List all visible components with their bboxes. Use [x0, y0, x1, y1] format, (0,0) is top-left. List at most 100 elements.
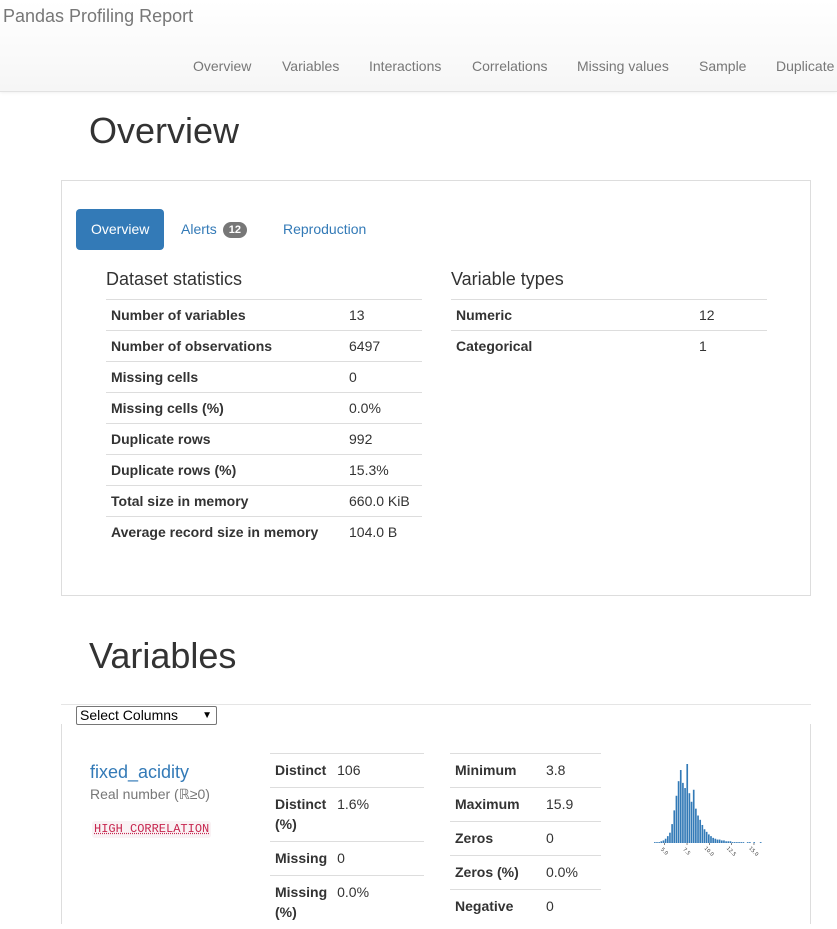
histogram-bar	[682, 783, 684, 843]
dataset-stat-key: Duplicate rows	[106, 424, 344, 455]
variable-stats-left: Distinct106Distinct (%)1.6%Missing0Missi…	[270, 753, 424, 929]
dataset-stat-value: 0.0%	[344, 393, 422, 424]
variable-type-value: 1	[694, 331, 767, 362]
top-navbar: Pandas Profiling Report Overview Variabl…	[0, 0, 837, 92]
dataset-stat-value: 992	[344, 424, 422, 455]
variable-stat-key: Minimum	[450, 754, 541, 788]
histogram-bar	[704, 829, 706, 843]
variable-stat-key: Zeros	[450, 822, 541, 856]
variable-stat-value: 0.0%	[332, 876, 424, 929]
variable-stat-value: 0	[541, 890, 601, 924]
tab-reproduction[interactable]: Reproduction	[268, 209, 381, 250]
dataset-statistics-title: Dataset statistics	[106, 269, 242, 290]
dataset-stat-key: Duplicate rows (%)	[106, 455, 344, 486]
histogram-bar	[727, 841, 729, 843]
nav-interactions[interactable]: Interactions	[369, 58, 441, 74]
histogram-bar	[738, 842, 740, 843]
dataset-stat-key: Number of variables	[106, 300, 344, 331]
variable-stat-key: Missing	[270, 842, 332, 876]
histogram-bar	[656, 842, 658, 843]
nav-links: Overview Variables Interactions Correlat…	[0, 58, 837, 76]
nav-variables[interactable]: Variables	[282, 58, 339, 74]
histogram-bar	[654, 842, 656, 843]
dataset-stat-row: Number of observations6497	[106, 331, 422, 362]
dataset-stat-row: Average record size in memory104.0 B	[106, 517, 422, 548]
histogram-bar	[719, 840, 721, 843]
nav-sample[interactable]: Sample	[699, 58, 746, 74]
variable-types-title: Variable types	[451, 269, 564, 290]
variables-heading: Variables	[89, 635, 236, 677]
histogram-bar	[669, 833, 671, 843]
variable-types-table: Numeric12Categorical1	[451, 299, 767, 362]
histogram-tick-label: 12.5	[725, 846, 737, 858]
histogram-tick-label: 7.5	[681, 847, 691, 857]
dataset-stat-row: Total size in memory660.0 KiB	[106, 486, 422, 517]
histogram-bar	[706, 832, 708, 843]
dataset-stat-value: 15.3%	[344, 455, 422, 486]
variable-stat-row: Minimum3.8	[450, 754, 601, 788]
high-correlation-tag[interactable]: HIGH CORRELATION	[92, 821, 211, 838]
variable-stat-key: Maximum	[450, 788, 541, 822]
dataset-statistics-table: Number of variables13Number of observati…	[106, 299, 422, 548]
histogram-bar	[691, 802, 693, 843]
variable-name-link[interactable]: fixed_acidity	[90, 762, 189, 783]
variable-stat-row: Missing (%)0.0%	[270, 876, 424, 929]
histogram-bar	[753, 842, 755, 843]
histogram-bar	[658, 842, 660, 843]
variable-stat-value: 0.0%	[541, 856, 601, 890]
dataset-stat-value: 660.0 KiB	[344, 486, 422, 517]
variable-stat-value: 1.6%	[332, 788, 424, 842]
alerts-count-badge: 12	[223, 222, 247, 238]
dataset-stat-key: Number of observations	[106, 331, 344, 362]
variable-stat-value: 15.9	[541, 788, 601, 822]
variable-stat-row: Distinct106	[270, 754, 424, 788]
dataset-stat-key: Average record size in memory	[106, 517, 344, 548]
nav-missing-values[interactable]: Missing values	[577, 58, 669, 74]
histogram-tick-label: 5.0	[659, 847, 669, 857]
variable-histogram[interactable]: 5.07.510.012.515.0	[644, 760, 766, 870]
nav-duplicate[interactable]: Duplicate	[776, 58, 834, 74]
histogram-bar	[665, 839, 667, 843]
variable-type: Real number (ℝ≥0)	[90, 786, 210, 803]
variable-stat-key: Distinct (%)	[270, 788, 332, 842]
nav-overview[interactable]: Overview	[193, 58, 251, 74]
variable-stat-row: Zeros (%)0.0%	[450, 856, 601, 890]
variable-stat-row: Maximum15.9	[450, 788, 601, 822]
histogram-bar	[740, 842, 742, 843]
variable-type-value: 12	[694, 300, 767, 331]
app-title[interactable]: Pandas Profiling Report	[3, 6, 193, 27]
histogram-bar	[663, 840, 665, 843]
overview-panel: Overview Alerts12 Reproduction Dataset s…	[61, 180, 811, 596]
histogram-bar	[667, 836, 669, 843]
histogram-bar	[680, 770, 682, 843]
variable-stat-value: 106	[332, 754, 424, 788]
select-columns-dropdown[interactable]: Select Columns ▼	[76, 706, 217, 725]
histogram-bar	[749, 842, 751, 843]
variable-type-key: Numeric	[451, 300, 694, 331]
histogram-bar	[676, 796, 678, 843]
histogram-bar	[708, 834, 710, 843]
dataset-stat-value: 104.0 B	[344, 517, 422, 548]
dataset-stat-key: Missing cells (%)	[106, 393, 344, 424]
histogram-tick-label: 10.0	[703, 846, 715, 858]
nav-correlations[interactable]: Correlations	[472, 58, 547, 74]
histogram-bar	[699, 820, 701, 843]
histogram-bar	[686, 764, 688, 843]
tab-alerts[interactable]: Alerts12	[166, 209, 262, 250]
histogram-bar	[678, 781, 680, 843]
histogram-bar	[723, 840, 725, 843]
variable-stat-key: Negative	[450, 890, 541, 924]
histogram-bar	[671, 824, 673, 843]
variable-stat-value: 0	[541, 822, 601, 856]
dataset-stat-value: 13	[344, 300, 422, 331]
variable-stat-row: Distinct (%)1.6%	[270, 788, 424, 842]
histogram-bar	[725, 841, 727, 843]
histogram-bar	[743, 842, 745, 843]
select-columns-label: Select Columns	[80, 707, 178, 723]
histogram-bar	[695, 809, 697, 843]
dataset-stat-row: Duplicate rows992	[106, 424, 422, 455]
variable-stat-row: Missing0	[270, 842, 424, 876]
dataset-stat-value: 6497	[344, 331, 422, 362]
tab-overview[interactable]: Overview	[76, 209, 164, 250]
histogram-bar	[689, 793, 691, 843]
